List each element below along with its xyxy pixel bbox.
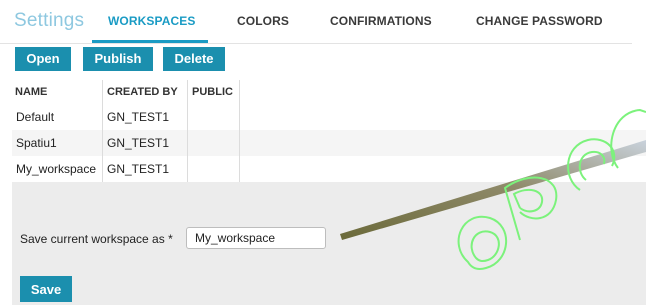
column-header-public[interactable]: PUBLIC [192,86,233,98]
cell-name: Default [16,110,55,124]
publish-button[interactable]: Publish [83,47,153,71]
tab-change-password[interactable]: CHANGE PASSWORD [476,14,603,28]
cell-created-by: GN_TEST1 [107,110,170,124]
workspace-name-input[interactable] [186,227,326,249]
cell-name: Spatiu1 [16,136,57,150]
column-header-created-by[interactable]: CREATED BY [107,86,178,98]
cell-name: My_workspace [16,162,97,176]
column-header-name[interactable]: NAME [15,86,47,98]
save-workspace-panel [12,206,646,305]
save-workspace-label: Save current workspace as * [20,232,173,246]
cell-created-by: GN_TEST1 [107,136,170,150]
page-title: Settings [14,10,85,31]
delete-button[interactable]: Delete [163,47,225,71]
save-button[interactable]: Save [20,276,72,302]
tab-confirmations[interactable]: CONFIRMATIONS [330,14,432,28]
column-separator [239,80,240,182]
header-divider [0,43,632,44]
table-row[interactable]: Spatiu1 GN_TEST1 [12,130,646,156]
settings-header: Settings WORKSPACES COLORS CONFIRMATIONS… [0,0,646,44]
cell-created-by: GN_TEST1 [107,162,170,176]
table-row[interactable]: My_workspace GN_TEST1 [12,156,646,182]
column-separator [102,80,103,182]
column-separator [187,80,188,182]
table-row[interactable]: Default GN_TEST1 [12,104,646,130]
tab-workspaces[interactable]: WORKSPACES [108,14,195,28]
open-button[interactable]: Open [15,47,71,71]
tab-colors[interactable]: COLORS [237,14,289,28]
